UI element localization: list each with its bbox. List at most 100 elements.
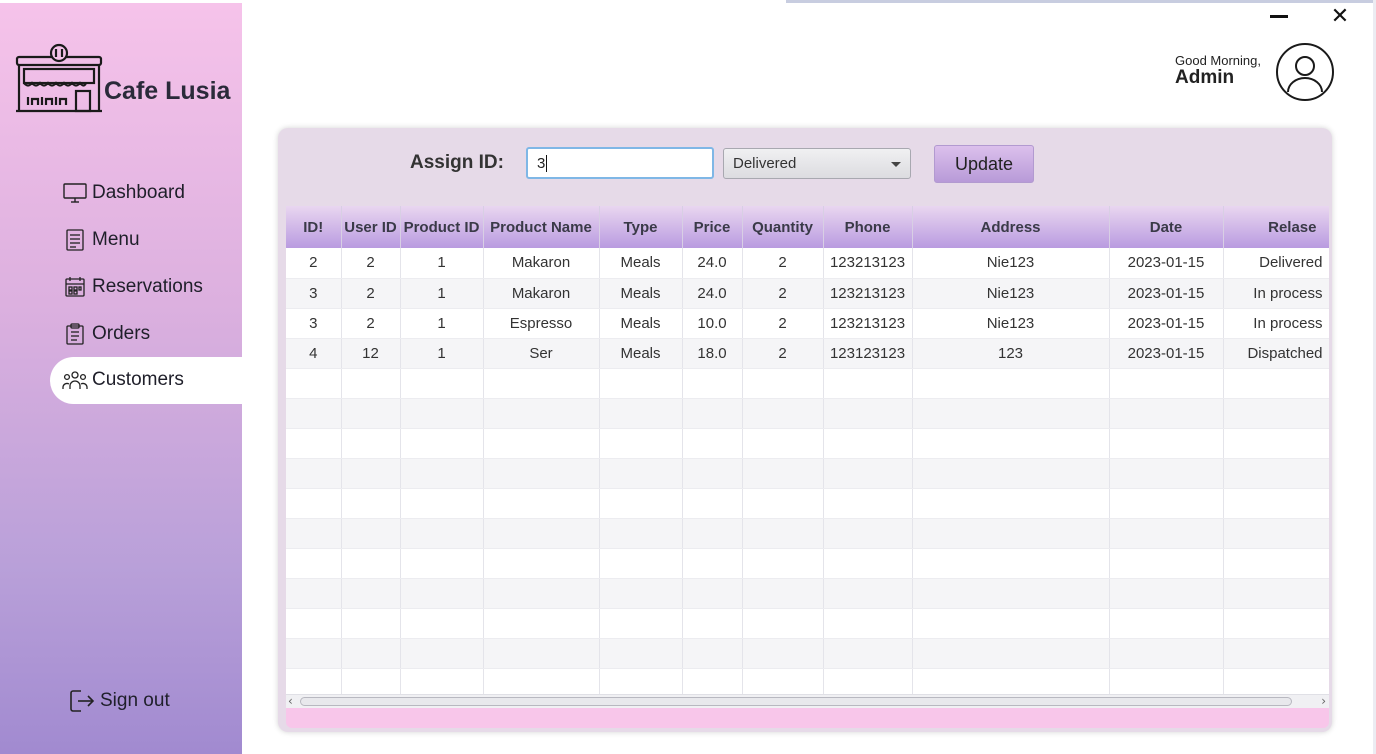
table-cell[interactable] — [742, 398, 824, 429]
table-cell[interactable]: 2023-01-15 — [1109, 278, 1224, 309]
table-cell[interactable] — [341, 608, 401, 639]
table-cell[interactable]: Meals — [599, 338, 683, 369]
table-cell[interactable]: Nie123 — [912, 248, 1110, 279]
table-cell[interactable] — [286, 398, 342, 429]
sidebar-item-reservations[interactable]: Reservations — [50, 264, 242, 311]
scroll-right-icon[interactable]: › — [1321, 694, 1326, 708]
column-header-type[interactable]: Type — [599, 206, 683, 248]
table-cell[interactable] — [341, 458, 401, 489]
table-row-empty[interactable] — [286, 458, 1329, 489]
table-cell[interactable] — [483, 548, 600, 579]
table-cell[interactable]: 123213123 — [823, 248, 913, 279]
table-cell[interactable]: Delivered — [1223, 248, 1329, 279]
table-cell[interactable] — [599, 608, 683, 639]
table-cell[interactable] — [823, 428, 913, 459]
table-cell[interactable] — [400, 608, 484, 639]
table-cell[interactable]: Makaron — [483, 278, 600, 309]
table-cell[interactable] — [286, 368, 342, 399]
table-cell[interactable]: Meals — [599, 308, 683, 339]
status-select[interactable]: Delivered — [723, 148, 911, 179]
table-cell[interactable] — [742, 458, 824, 489]
table-cell[interactable] — [1109, 608, 1224, 639]
table-cell[interactable]: 123123123 — [823, 338, 913, 369]
table-cell[interactable] — [400, 638, 484, 669]
table-cell[interactable] — [599, 548, 683, 579]
table-cell[interactable] — [483, 608, 600, 639]
table-cell[interactable] — [682, 458, 743, 489]
table-cell[interactable] — [1109, 488, 1224, 519]
table-cell[interactable] — [286, 428, 342, 459]
column-header-release[interactable]: Relase — [1223, 206, 1329, 248]
table-cell[interactable] — [823, 608, 913, 639]
table-cell[interactable] — [483, 638, 600, 669]
table-cell[interactable] — [400, 458, 484, 489]
table-cell[interactable] — [599, 458, 683, 489]
table-cell[interactable] — [912, 368, 1110, 399]
minimize-button[interactable] — [1268, 8, 1290, 24]
table-cell[interactable] — [483, 518, 600, 549]
table-cell[interactable] — [742, 638, 824, 669]
column-header-product-name[interactable]: Product Name — [483, 206, 600, 248]
table-cell[interactable] — [742, 518, 824, 549]
table-cell[interactable]: Espresso — [483, 308, 600, 339]
table-cell[interactable] — [1109, 638, 1224, 669]
table-cell[interactable] — [599, 578, 683, 609]
signout-button[interactable]: Sign out — [68, 687, 170, 715]
table-cell[interactable]: Nie123 — [912, 278, 1110, 309]
table-cell[interactable] — [400, 518, 484, 549]
table-cell[interactable] — [400, 398, 484, 429]
table-cell[interactable] — [682, 398, 743, 429]
table-cell[interactable]: 2 — [742, 338, 824, 369]
column-header-id[interactable]: ID! — [286, 206, 342, 248]
table-cell[interactable] — [912, 548, 1110, 579]
table-cell[interactable] — [286, 518, 342, 549]
table-cell[interactable]: 2 — [341, 248, 401, 279]
table-cell[interactable]: 2 — [341, 278, 401, 309]
sidebar-item-menu[interactable]: Menu — [50, 217, 242, 264]
table-cell[interactable] — [1109, 458, 1224, 489]
table-cell[interactable]: 4 — [286, 338, 342, 369]
table-cell[interactable] — [742, 548, 824, 579]
column-header-user-id[interactable]: User ID — [341, 206, 401, 248]
table-cell[interactable] — [1223, 488, 1329, 519]
table-cell[interactable] — [682, 518, 743, 549]
table-cell[interactable] — [599, 488, 683, 519]
table-cell[interactable] — [599, 398, 683, 429]
table-cell[interactable] — [400, 428, 484, 459]
table-cell[interactable] — [682, 428, 743, 459]
column-header-phone[interactable]: Phone — [823, 206, 913, 248]
close-button[interactable]: ✕ — [1328, 5, 1352, 29]
table-cell[interactable] — [912, 428, 1110, 459]
table-row-empty[interactable] — [286, 548, 1329, 579]
table-cell[interactable] — [912, 488, 1110, 519]
table-cell[interactable] — [400, 548, 484, 579]
table-cell[interactable] — [341, 398, 401, 429]
table-cell[interactable]: Dispatched — [1223, 338, 1329, 369]
table-cell[interactable] — [823, 488, 913, 519]
update-button[interactable]: Update — [934, 145, 1034, 183]
table-cell[interactable] — [682, 368, 743, 399]
column-header-address[interactable]: Address — [912, 206, 1110, 248]
table-cell[interactable] — [400, 488, 484, 519]
table-cell[interactable] — [823, 398, 913, 429]
table-cell[interactable] — [742, 488, 824, 519]
scroll-left-icon[interactable]: ‹ — [288, 694, 293, 708]
table-cell[interactable] — [483, 368, 600, 399]
user-avatar-icon[interactable] — [1275, 42, 1335, 102]
table-cell[interactable] — [341, 428, 401, 459]
table-cell[interactable] — [912, 398, 1110, 429]
table-cell[interactable] — [599, 428, 683, 459]
table-cell[interactable] — [912, 638, 1110, 669]
table-row[interactable]: 4 12 1 Ser Meals 18.0 2 123123123 123 2023-01-15 D… — [286, 338, 1329, 369]
table-cell[interactable]: 1 — [400, 248, 484, 279]
table-row-empty[interactable] — [286, 638, 1329, 669]
table-cell[interactable] — [823, 638, 913, 669]
table-cell[interactable] — [341, 518, 401, 549]
table-cell[interactable] — [1109, 548, 1224, 579]
table-cell[interactable] — [1223, 518, 1329, 549]
table-cell[interactable] — [599, 518, 683, 549]
table-cell[interactable]: In process — [1223, 308, 1329, 339]
table-cell[interactable] — [1223, 398, 1329, 429]
table-row[interactable]: 3 2 1 Makaron Meals 24.0 2 123213123 Nie123 2023-… — [286, 278, 1329, 309]
table-cell[interactable] — [1223, 578, 1329, 609]
